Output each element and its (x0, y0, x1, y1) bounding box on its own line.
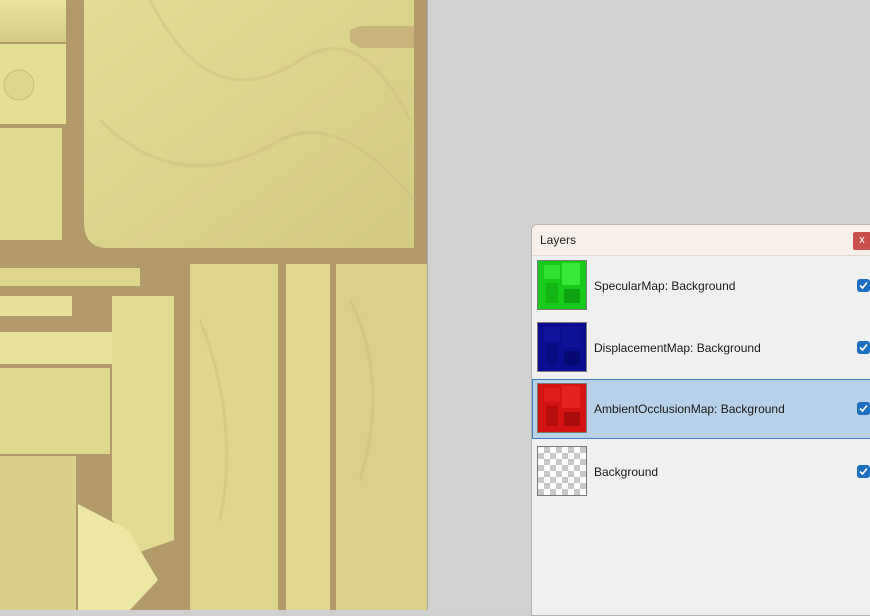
layer-thumbnail (537, 383, 587, 433)
visibility-checkbox[interactable] (857, 279, 870, 292)
layer-thumbnail (537, 260, 587, 310)
layer-name: SpecularMap: Background (594, 279, 736, 293)
layer-row-displacement[interactable]: DisplacementMap: Background (532, 318, 870, 378)
layer-row-specular[interactable]: SpecularMap: Background (532, 256, 870, 316)
visibility-checkbox[interactable] (857, 402, 870, 415)
layer-row-ambient-occlusion[interactable]: AmbientOcclusionMap: Background (532, 379, 870, 439)
layer-name: Background (594, 465, 659, 479)
visibility-checkbox[interactable] (857, 341, 870, 354)
visibility-checkbox[interactable] (857, 465, 870, 478)
layer-thumbnail (537, 446, 587, 496)
layers-panel-title: Layers (540, 233, 577, 247)
layer-thumbnail (537, 322, 587, 372)
texture-image (0, 0, 427, 610)
layer-row-background[interactable]: Background (532, 442, 870, 502)
layer-name: AmbientOcclusionMap: Background (594, 402, 785, 416)
layers-panel: Layers x SpecularMap: Background Displac… (531, 224, 870, 616)
close-button[interactable]: x (853, 232, 870, 250)
layer-name: DisplacementMap: Background (594, 341, 761, 355)
layers-panel-header[interactable]: Layers x (532, 225, 870, 256)
image-canvas[interactable] (0, 0, 428, 610)
